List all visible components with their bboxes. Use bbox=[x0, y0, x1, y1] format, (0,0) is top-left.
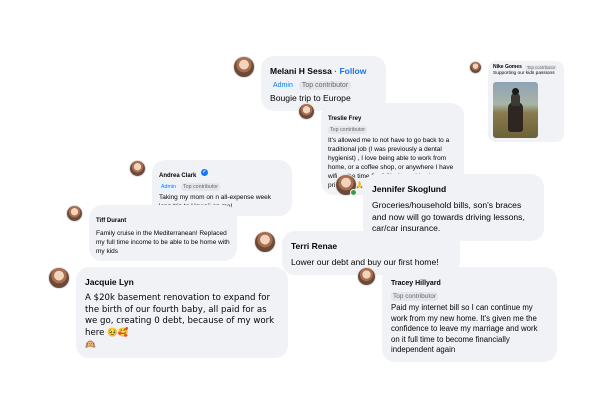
top-contributor-badge: Top contributor bbox=[524, 64, 558, 70]
avatar[interactable] bbox=[335, 174, 357, 196]
comment-text: Supporting our kids passions bbox=[493, 71, 555, 76]
avatar[interactable] bbox=[469, 61, 482, 74]
author-name[interactable]: Melani H Sessa bbox=[270, 66, 332, 76]
avatar[interactable] bbox=[66, 205, 83, 222]
rider-head-shape bbox=[512, 88, 519, 95]
verified-icon: ✓ bbox=[200, 169, 208, 177]
author-name[interactable]: Andrea Clark bbox=[159, 173, 196, 179]
comment-bubble: Tiff Durant Family cruise in the Mediter… bbox=[89, 205, 237, 261]
author-name[interactable]: Tiff Durant bbox=[96, 218, 126, 224]
comment-bubble: Nike Gomes Top contributor Supporting ou… bbox=[488, 61, 564, 142]
top-contributor-badge: Top contributor bbox=[391, 292, 438, 301]
comment-tiff: Tiff Durant Family cruise in the Mediter… bbox=[66, 205, 237, 261]
comment-text: Groceries/household bills, son's braces … bbox=[372, 200, 525, 233]
avatar[interactable] bbox=[129, 160, 146, 177]
author-name[interactable]: Nike Gomes bbox=[493, 64, 522, 70]
avatar[interactable] bbox=[254, 231, 276, 253]
avatar[interactable] bbox=[48, 267, 70, 289]
comment-bubble: Jacquie Lyn A $20k basement renovation t… bbox=[76, 267, 288, 358]
emoji-line: 🙉 bbox=[85, 340, 96, 350]
comment-text: A $20k basement renovation to expand for… bbox=[85, 293, 275, 338]
admin-badge: Admin bbox=[159, 183, 179, 191]
avatar[interactable] bbox=[298, 103, 315, 120]
comment-nike: Nike Gomes Top contributor Supporting ou… bbox=[469, 61, 564, 142]
comment-text: Family cruise in the Mediterranean! Repl… bbox=[96, 230, 230, 255]
author-name[interactable]: Jacquie Lyn bbox=[85, 277, 134, 287]
top-contributor-badge: Top contributor bbox=[181, 183, 221, 191]
author-name[interactable]: Tracey Hillyard bbox=[391, 280, 441, 287]
comment-jacquie: Jacquie Lyn A $20k basement renovation t… bbox=[48, 267, 288, 358]
admin-badge: Admin bbox=[270, 81, 296, 90]
author-name[interactable]: Jennifer Skoglund bbox=[372, 184, 446, 194]
comment-bubble: Tracey Hillyard Top contributor Paid my … bbox=[382, 267, 557, 362]
avatar[interactable] bbox=[233, 56, 255, 78]
author-name[interactable]: Treslie Frey bbox=[328, 116, 361, 122]
horse-shape bbox=[508, 102, 523, 132]
top-contributor-badge: Top contributor bbox=[298, 81, 352, 90]
avatar[interactable] bbox=[357, 267, 376, 286]
top-contributor-badge: Top contributor bbox=[328, 126, 368, 134]
author-name[interactable]: Terri Renae bbox=[291, 241, 337, 251]
follow-link[interactable]: · Follow bbox=[332, 66, 366, 76]
attached-photo[interactable] bbox=[493, 82, 538, 138]
comment-text: Paid my internet bill so I can continue … bbox=[391, 303, 538, 354]
comment-tracey: Tracey Hillyard Top contributor Paid my … bbox=[357, 267, 557, 362]
online-status-icon bbox=[350, 189, 357, 196]
